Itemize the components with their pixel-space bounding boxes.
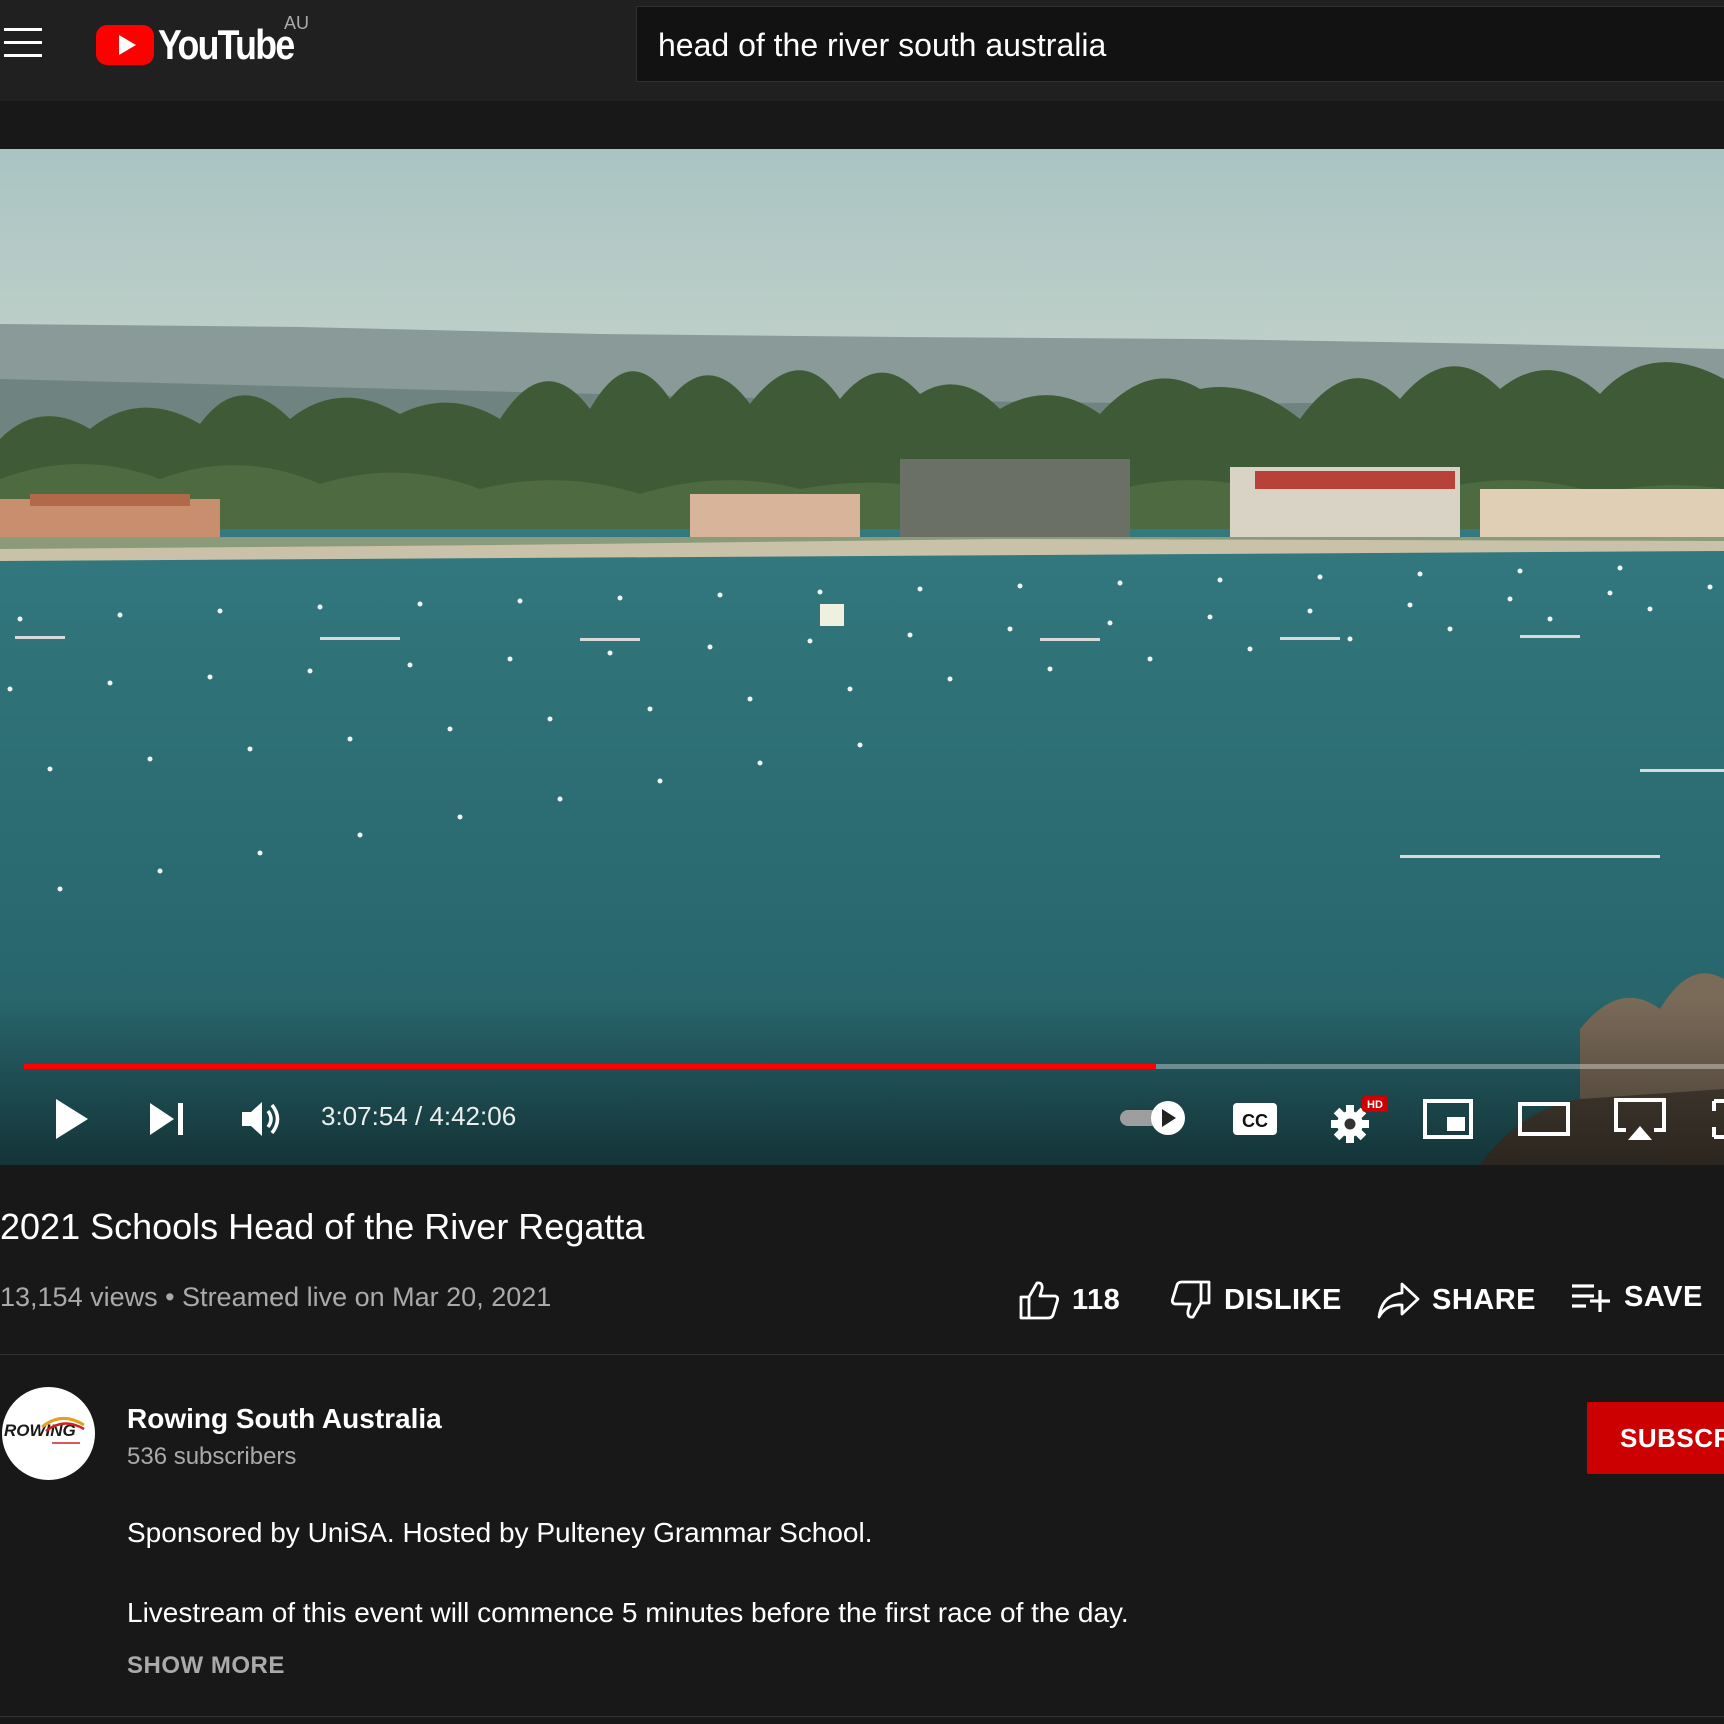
dislike-label: DISLIKE xyxy=(1224,1283,1342,1316)
theater-mode-button[interactable] xyxy=(1518,1101,1570,1142)
info-divider xyxy=(0,1354,1724,1355)
dislike-button[interactable]: DISLIKE xyxy=(1170,1280,1342,1320)
region-code: AU xyxy=(284,13,310,33)
time-display: 3:07:54 / 4:42:06 xyxy=(321,1101,517,1131)
volume-button[interactable] xyxy=(240,1099,284,1144)
play-button[interactable] xyxy=(52,1097,92,1146)
like-button[interactable]: 118 xyxy=(1018,1280,1120,1320)
masthead: YouTube AU xyxy=(0,0,1724,101)
subscribe-button[interactable]: SUBSCRIBE xyxy=(1587,1402,1724,1474)
thumbs-up-icon xyxy=(1019,1281,1060,1320)
logo-wordmark: YouTube xyxy=(158,21,295,68)
show-more-button[interactable]: SHOW MORE xyxy=(127,1652,285,1680)
share-button[interactable]: SHARE xyxy=(1376,1280,1536,1320)
svg-text:CC: CC xyxy=(1242,1111,1268,1131)
cast-icon xyxy=(1614,1098,1666,1140)
youtube-logo[interactable]: YouTube AU xyxy=(96,13,317,68)
settings-button[interactable]: HD xyxy=(1328,1094,1388,1151)
subscriber-count: 536 subscribers xyxy=(127,1443,297,1470)
miniplayer-button[interactable] xyxy=(1423,1099,1473,1144)
video-title: 2021 Schools Head of the River Regatta xyxy=(0,1206,645,1247)
save-button[interactable]: SAVE xyxy=(1570,1280,1703,1314)
menu-icon[interactable] xyxy=(4,28,44,60)
avatar-swoosh-icon xyxy=(41,1417,85,1444)
progress-bar[interactable] xyxy=(24,1064,1724,1069)
search-input[interactable] xyxy=(658,27,1658,64)
cast-button[interactable] xyxy=(1612,1096,1668,1147)
youtube-play-logo-icon xyxy=(96,25,154,65)
play-icon xyxy=(56,1099,88,1139)
progress-played xyxy=(24,1064,1156,1069)
share-icon xyxy=(1377,1282,1420,1319)
description-line-1: Sponsored by UniSA. Hosted by Pulteney G… xyxy=(127,1517,873,1548)
save-label: SAVE xyxy=(1624,1280,1703,1313)
share-label: SHARE xyxy=(1432,1283,1537,1316)
autoplay-toggle-icon xyxy=(1120,1101,1185,1135)
next-icon xyxy=(150,1103,183,1135)
channel-avatar[interactable]: ROWING xyxy=(2,1387,95,1480)
gear-icon: HD xyxy=(1331,1096,1388,1143)
thumbs-down-icon xyxy=(1170,1280,1211,1319)
autoplay-toggle[interactable] xyxy=(1118,1099,1188,1142)
hd-badge: HD xyxy=(1367,1099,1383,1111)
video-meta: 13,154 views • Streamed live on Mar 20, … xyxy=(0,1282,552,1312)
cc-icon: CC xyxy=(1233,1103,1277,1135)
channel-name[interactable]: Rowing South Australia xyxy=(127,1403,442,1435)
fullscreen-icon xyxy=(1712,1099,1724,1139)
description-divider xyxy=(0,1716,1724,1717)
next-button[interactable] xyxy=(148,1099,186,1144)
captions-button[interactable]: CC xyxy=(1232,1102,1278,1141)
masthead-spacer xyxy=(0,101,1724,149)
volume-icon xyxy=(242,1102,280,1136)
like-count: 118 xyxy=(1072,1283,1121,1316)
search-box[interactable] xyxy=(636,6,1724,82)
theater-icon xyxy=(1518,1102,1570,1136)
miniplayer-icon xyxy=(1423,1099,1473,1139)
video-player[interactable]: 3:07:54 / 4:42:06 CC HD xyxy=(0,149,1724,1165)
fullscreen-button[interactable] xyxy=(1712,1099,1724,1144)
playlist-add-icon xyxy=(1572,1284,1610,1312)
description-line-2: Livestream of this event will commence 5… xyxy=(127,1597,1129,1628)
